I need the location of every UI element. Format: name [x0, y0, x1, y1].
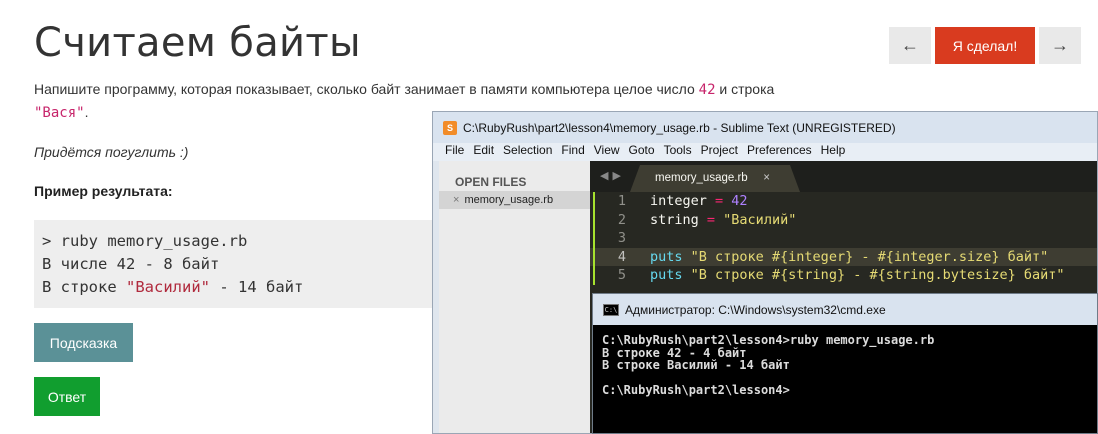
example-code-block: > ruby memory_usage.rb В числе 42 - 8 ба… — [34, 220, 432, 308]
example-line: В строке "Василий" - 14 байт — [42, 276, 424, 299]
code-token: "В строке #{string} - #{string.bytesize}… — [682, 267, 1065, 283]
tab-close-icon: × — [763, 172, 770, 184]
code-token: = — [706, 211, 716, 228]
menu-item: Tools — [663, 143, 692, 157]
modified-marker — [593, 192, 595, 211]
menu-item: Goto — [628, 143, 655, 157]
code-token: 42 — [723, 193, 748, 209]
terminal-icon: C:\ — [603, 303, 619, 316]
example-label: Пример результата: — [34, 183, 173, 199]
task-text-end: . — [84, 104, 89, 120]
editor-tab: memory_usage.rb × — [630, 165, 800, 192]
line-number: 2 — [617, 211, 626, 228]
menu-item: File — [445, 143, 465, 157]
done-button[interactable]: Я сделал! — [935, 27, 1035, 64]
line-number: 4 — [617, 248, 626, 265]
code-token: = — [715, 193, 724, 209]
code-token: "Василий" — [715, 211, 797, 228]
line-number: 5 — [617, 267, 626, 283]
open-file-item: × memory_usage.rb — [439, 191, 590, 209]
code-token: puts — [650, 267, 683, 283]
menu-item: Selection — [503, 143, 553, 157]
cmd-window-screenshot: C:\ Администратор: C:\Windows\system32\c… — [592, 293, 1098, 434]
open-files-heading: OPEN FILES — [455, 175, 527, 189]
page-title: Считаем байты — [34, 20, 361, 66]
cmd-window-title: Администратор: C:\Windows\system32\cmd.e… — [625, 302, 886, 317]
sublime-tabbar: ◀▶ memory_usage.rb × — [590, 161, 1097, 192]
code-token: integer — [650, 193, 716, 209]
code-token: string — [650, 211, 707, 228]
editor-tab-label: memory_usage.rb — [655, 172, 748, 184]
answer-button[interactable]: Ответ — [34, 377, 100, 416]
code-line: 3 — [590, 229, 1097, 248]
line-number: 1 — [617, 193, 626, 209]
example-line: В числе 42 - 8 байт — [42, 255, 220, 273]
code-line: 5 puts "В строке #{string} - #{string.byt… — [590, 266, 1097, 285]
sublime-titlebar: S C:\RubyRush\part2\lesson4\memory_usage… — [433, 112, 1097, 143]
example-line-string: "Василий" — [126, 278, 210, 296]
modified-marker — [593, 266, 595, 285]
code-line: 1 integer = 42 — [590, 192, 1097, 211]
sublime-logo-icon: S — [443, 120, 457, 135]
code-line-active: 4 puts "В строке #{integer} - #{integer.s… — [590, 247, 1097, 266]
tab-arrows-icon: ◀▶ — [600, 170, 625, 182]
cmd-titlebar: C:\ Администратор: C:\Windows\system32\c… — [593, 294, 1097, 325]
code-token: puts — [650, 248, 683, 265]
task-string: "Вася" — [34, 105, 85, 121]
hint-text: Придётся погуглить :) — [34, 144, 189, 160]
code-line: 2 string = "Василий" — [590, 210, 1097, 229]
open-file-name: memory_usage.rb — [464, 194, 554, 206]
example-line: > ruby memory_usage.rb — [42, 232, 248, 250]
sublime-sidebar: OPEN FILES × memory_usage.rb — [439, 161, 590, 433]
next-button[interactable]: → — [1039, 27, 1081, 64]
sublime-window-title: C:\RubyRush\part2\lesson4\memory_usage.r… — [463, 120, 896, 135]
menu-item: Edit — [473, 143, 495, 157]
modified-marker — [593, 210, 595, 229]
task-text-middle: и строка — [715, 81, 775, 97]
modified-marker — [593, 229, 595, 248]
sublime-menubar: File Edit Selection Find View Goto Tools… — [433, 143, 1097, 161]
example-line-text: - 14 байт — [210, 278, 304, 296]
hint-button[interactable]: Подсказка — [34, 323, 133, 362]
code-area: 1 integer = 42 2 string = "Василий" 3 4 put… — [590, 192, 1097, 285]
example-line-text: В строке — [42, 278, 126, 296]
menu-item: Find — [561, 143, 585, 157]
modified-marker — [593, 247, 595, 266]
prev-button[interactable]: ← — [889, 27, 931, 64]
menu-item: Help — [820, 143, 846, 157]
cmd-output: C:\RubyRush\part2\lesson4>ruby memory_us… — [602, 333, 935, 397]
code-token: "В строке #{integer} - #{integer.size} б… — [682, 248, 1049, 265]
menu-item: Preferences — [746, 143, 812, 157]
close-icon: × — [453, 194, 460, 206]
task-text: Напишите программу, которая показывает, … — [34, 81, 699, 97]
menu-item: Project — [700, 143, 738, 157]
menu-item: View — [593, 143, 620, 157]
line-number: 3 — [617, 230, 626, 246]
task-number: 42 — [698, 82, 716, 98]
